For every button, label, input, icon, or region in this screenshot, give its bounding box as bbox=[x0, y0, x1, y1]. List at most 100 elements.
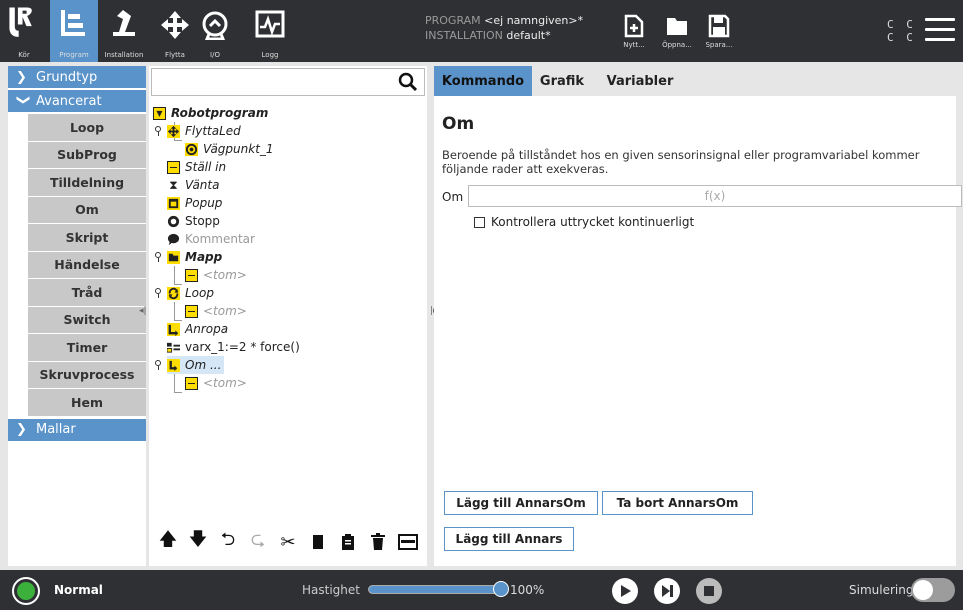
tree-node-empty[interactable]: <tom> bbox=[185, 302, 247, 320]
tree-node-flyttaled[interactable]: FlyttaLed bbox=[167, 122, 241, 140]
folder-icon bbox=[167, 250, 180, 264]
tree-node-om-selected[interactable]: Om ... bbox=[167, 356, 225, 374]
speed-slider[interactable] bbox=[368, 581, 509, 597]
expand-pin-icon[interactable] bbox=[154, 360, 162, 370]
node-label: Vänta bbox=[185, 178, 220, 192]
expand-pin-icon[interactable] bbox=[154, 126, 162, 136]
log-icon bbox=[255, 10, 285, 38]
node-title: Om bbox=[442, 114, 475, 134]
save-button[interactable]: Spara... bbox=[697, 14, 741, 60]
delete-icon[interactable] bbox=[367, 531, 389, 553]
open-button[interactable]: Öppna... bbox=[655, 14, 699, 60]
move-down-icon[interactable]: 🡇 bbox=[187, 529, 209, 553]
tree-node-empty[interactable]: <tom> bbox=[185, 266, 247, 284]
stop-icon bbox=[167, 215, 180, 227]
category-grundtyp[interactable]: ❯ Grundtyp bbox=[8, 66, 146, 90]
tree-node-vagpunkt[interactable]: Vägpunkt_1 bbox=[185, 140, 274, 158]
tab-variabler[interactable]: Variabler bbox=[592, 66, 688, 96]
node-label: Robotprogram bbox=[171, 106, 269, 120]
expression-input[interactable]: f(x) bbox=[468, 185, 962, 207]
tree-search-input[interactable] bbox=[151, 68, 425, 96]
move-up-icon[interactable]: 🡅 bbox=[157, 529, 179, 553]
node-item-subprog[interactable]: SubProg bbox=[28, 141, 146, 169]
tree-node-kommentar[interactable]: Kommentar bbox=[167, 230, 255, 248]
expand-pin-icon[interactable] bbox=[154, 252, 162, 262]
suppress-icon[interactable] bbox=[397, 531, 419, 553]
continuous-checkbox[interactable] bbox=[474, 216, 485, 228]
tree-node-empty[interactable]: <tom> bbox=[185, 374, 247, 392]
node-item-om[interactable]: Om bbox=[28, 196, 146, 224]
tab-grafik[interactable]: Grafik bbox=[532, 66, 592, 96]
new-button[interactable]: Nytt... bbox=[612, 14, 656, 60]
tree-node-mapp[interactable]: Mapp bbox=[167, 248, 222, 266]
new-label: Nytt... bbox=[623, 41, 645, 49]
hamburger-menu-icon[interactable] bbox=[925, 18, 955, 44]
tab-kommando[interactable]: Kommando bbox=[434, 66, 532, 96]
node-item-skript[interactable]: Skript bbox=[28, 224, 146, 252]
category-label: Grundtyp bbox=[36, 69, 98, 85]
stop-button[interactable] bbox=[696, 578, 722, 604]
robot-status-indicator[interactable]: C C C C bbox=[887, 18, 916, 44]
tree-node-stall-in[interactable]: Ställ in bbox=[167, 158, 226, 176]
node-item-skruvprocess[interactable]: Skruvprocess bbox=[28, 361, 146, 389]
move-tab[interactable]: Flytta bbox=[155, 0, 195, 62]
program-tab[interactable]: Program bbox=[50, 0, 98, 62]
tree-node-robotprogram[interactable]: ▼ Robotprogram bbox=[153, 104, 268, 122]
node-item-timer[interactable]: Timer bbox=[28, 334, 146, 362]
tree-node-stopp[interactable]: Stopp bbox=[167, 212, 220, 230]
paste-icon[interactable] bbox=[337, 531, 359, 553]
detail-tabs: Kommando Grafik Variabler bbox=[434, 66, 956, 96]
run-label: Kör bbox=[18, 51, 30, 59]
remove-elseif-button[interactable]: Ta bort AnnarsOm bbox=[602, 491, 753, 515]
node-label: Om ... bbox=[185, 358, 222, 372]
run-tab[interactable]: Kör bbox=[0, 0, 48, 62]
cut-icon[interactable]: ✂ bbox=[277, 531, 299, 553]
redo-icon[interactable]: ⮎ bbox=[247, 529, 269, 553]
add-elseif-button[interactable]: Lägg till AnnarsOm bbox=[444, 491, 598, 515]
add-else-button[interactable]: Lägg till Annars bbox=[444, 527, 574, 551]
expand-pin-icon[interactable] bbox=[154, 288, 162, 298]
stop-square-icon bbox=[704, 586, 714, 596]
undo-icon[interactable]: ⮌ bbox=[217, 529, 239, 553]
if-icon bbox=[167, 358, 180, 372]
copy-icon[interactable] bbox=[307, 531, 329, 553]
node-label: Loop bbox=[185, 286, 214, 300]
step-button[interactable] bbox=[654, 578, 680, 604]
play-button[interactable] bbox=[612, 578, 638, 604]
tree-node-anropa[interactable]: Anropa bbox=[167, 320, 228, 338]
node-category-panel: ❯ Grundtyp ❯ Avancerat Loop SubProg Till… bbox=[8, 66, 146, 566]
node-item-switch[interactable]: Switch bbox=[28, 306, 146, 334]
program-tree-panel: ▼ Robotprogram FlyttaLed Vägpunkt_1 Stäl… bbox=[149, 66, 427, 566]
io-tab[interactable]: I/O bbox=[195, 0, 235, 62]
power-button-icon[interactable] bbox=[12, 577, 40, 605]
node-item-handelse[interactable]: Händelse bbox=[28, 251, 146, 279]
category-mallar[interactable]: ❯ Mallar bbox=[8, 418, 146, 443]
top-bar: Kör Program Installation Flytta I/O Logg… bbox=[0, 0, 963, 62]
search-icon[interactable] bbox=[398, 72, 418, 92]
move-joint-icon bbox=[167, 124, 180, 138]
speed-slider-handle[interactable] bbox=[493, 581, 509, 597]
simulation-toggle[interactable] bbox=[911, 578, 955, 602]
installation-label: Installation bbox=[104, 51, 144, 59]
io-icon bbox=[202, 11, 228, 40]
program-info: PROGRAM <ej namngiven>* INSTALLATION def… bbox=[425, 13, 583, 43]
node-item-trad[interactable]: Tråd bbox=[28, 279, 146, 307]
ur-logo-icon bbox=[9, 7, 32, 37]
continuous-check-row[interactable]: Kontrollera uttrycket kontinuerligt bbox=[474, 215, 694, 229]
log-tab[interactable]: Logg bbox=[245, 0, 295, 62]
bottom-bar: Normal Hastighet 100% Simulering bbox=[0, 570, 963, 610]
node-item-loop[interactable]: Loop bbox=[28, 114, 146, 142]
node-item-hem[interactable]: Hem bbox=[28, 389, 146, 417]
tree-node-assignment[interactable]: varx_1:=2 * force() bbox=[167, 338, 300, 356]
tree-node-popup[interactable]: Popup bbox=[167, 194, 222, 212]
collapse-left-handle[interactable]: ◂| bbox=[139, 306, 147, 316]
node-item-tilldelning[interactable]: Tilldelning bbox=[28, 169, 146, 197]
category-avancerat[interactable]: ❯ Avancerat bbox=[8, 90, 146, 114]
node-label: Anropa bbox=[185, 322, 229, 336]
installation-tab[interactable]: Installation bbox=[100, 0, 148, 62]
save-label: Spara... bbox=[705, 41, 733, 49]
robot-status: Normal bbox=[54, 583, 103, 597]
tree-node-vanta[interactable]: ⧗ Vänta bbox=[167, 176, 219, 194]
tree-node-loop[interactable]: Loop bbox=[167, 284, 214, 302]
installation-key: INSTALLATION bbox=[425, 29, 503, 42]
